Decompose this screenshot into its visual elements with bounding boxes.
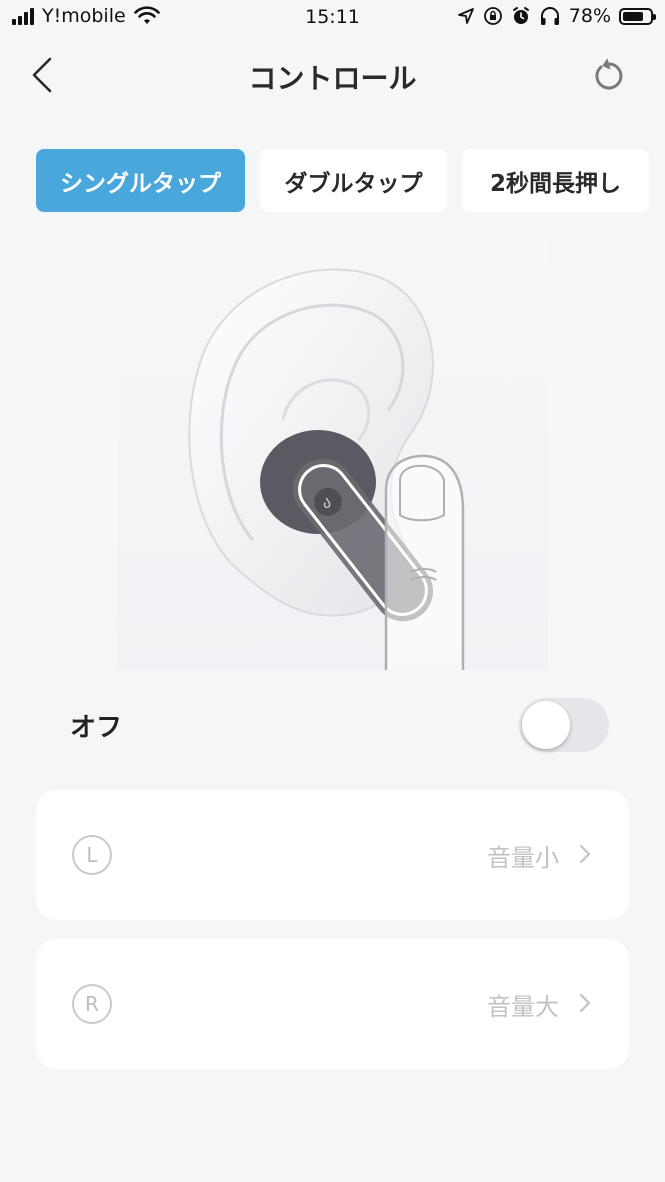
- right-control-value: 音量大: [487, 993, 559, 1021]
- page-title: コントロール: [248, 62, 417, 95]
- right-earbud-icon: R: [72, 984, 112, 1024]
- reset-icon: [595, 58, 623, 90]
- tab-long-press[interactable]: 2秒間長押し: [462, 149, 649, 212]
- chevron-right-icon: [579, 844, 591, 864]
- left-earbud-control[interactable]: L 音量小: [36, 790, 629, 920]
- headphones-icon: [540, 7, 559, 25]
- battery-percent: 78%: [568, 5, 611, 27]
- location-arrow-icon: [457, 8, 474, 24]
- left-control-value: 音量小: [487, 844, 559, 872]
- toggle-knob: [522, 701, 570, 749]
- toggle-label: オフ: [70, 713, 123, 743]
- battery-icon: [619, 7, 656, 25]
- gesture-tabs: シングルタップ ダブルタップ 2秒間長押し: [36, 149, 649, 212]
- alarm-icon: [512, 7, 529, 24]
- left-earbud-icon: L: [72, 835, 112, 875]
- right-earbud-control[interactable]: R 音量大: [36, 939, 629, 1069]
- svg-text:ა: ა: [323, 493, 331, 512]
- tab-single-tap[interactable]: シングルタップ: [36, 149, 245, 212]
- finger-shape: [384, 454, 465, 670]
- status-right: 78%: [457, 5, 656, 27]
- status-bar: Y!mobile 15:11 78%: [0, 0, 665, 38]
- chevron-right-icon: [579, 993, 591, 1013]
- earbud-ear-illustration: ა: [118, 240, 548, 670]
- on-off-toggle[interactable]: [519, 698, 609, 752]
- tab-double-tap[interactable]: ダブルタップ: [260, 149, 447, 212]
- rotation-lock-icon: [483, 7, 502, 25]
- navigation-bar: コントロール: [0, 45, 665, 105]
- reset-button[interactable]: [589, 55, 629, 95]
